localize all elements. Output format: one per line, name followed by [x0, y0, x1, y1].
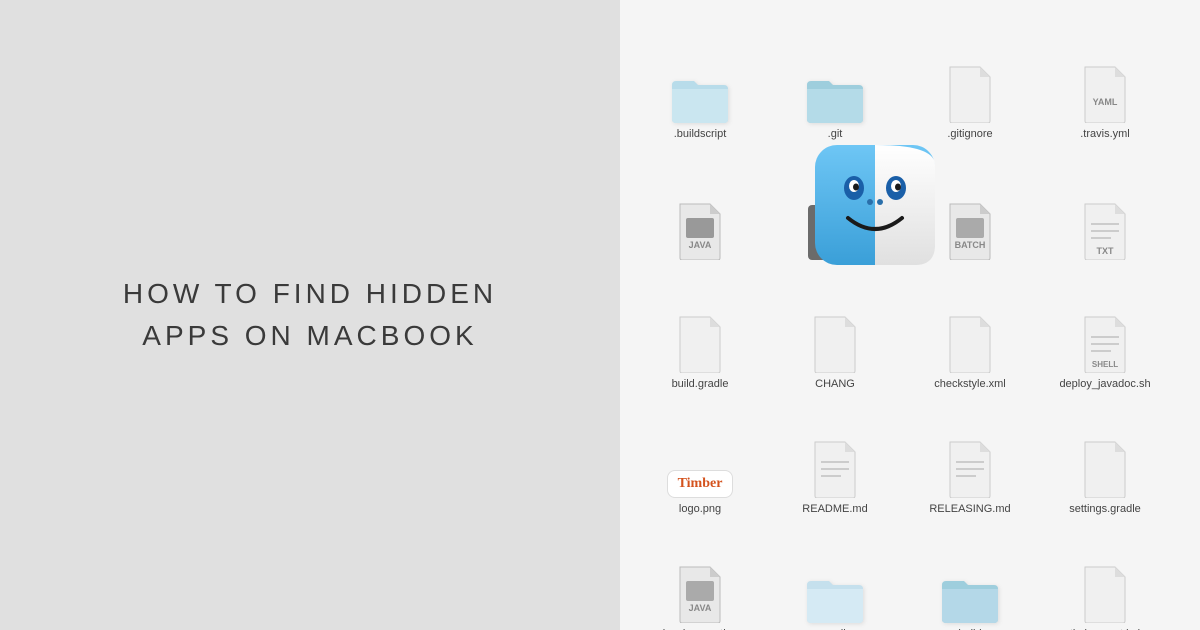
file-label: README.md [802, 503, 867, 515]
list-item[interactable]: TXT [1040, 150, 1170, 270]
timber-logo: Timber [667, 470, 734, 498]
list-item[interactable]: .gradle [770, 525, 900, 630]
list-item[interactable]: CHANG [770, 275, 900, 395]
file-label: deploy_javadoc.sh [1059, 378, 1150, 390]
list-item[interactable]: SHELL deploy_javadoc.sh [1040, 275, 1170, 395]
file-grid: .buildscript .git .gitignore [630, 20, 1190, 630]
svg-text:YAML: YAML [1093, 97, 1118, 107]
file-label: .travis.yml [1080, 128, 1130, 140]
file-label: checkstyle.xml [934, 378, 1006, 390]
list-item[interactable]: timber-root.iml [1040, 525, 1170, 630]
list-item[interactable]: .buildscript [635, 25, 765, 145]
list-item[interactable]: Timber logo.png [635, 400, 765, 520]
right-panel: .buildscript .git .gitignore [620, 0, 1200, 630]
finder-icon [810, 140, 940, 275]
svg-text:JAVA: JAVA [689, 240, 712, 250]
list-item[interactable]: .git [770, 25, 900, 145]
list-item[interactable]: settings.gradle [1040, 400, 1170, 520]
file-label: build.gradle [672, 378, 729, 390]
list-item[interactable]: YAML .travis.yml [1040, 25, 1170, 145]
list-item[interactable]: RELEASING.md [905, 400, 1035, 520]
list-item[interactable]: checkstyle.xml [905, 275, 1035, 395]
list-item[interactable]: .gitignore [905, 25, 1035, 145]
file-label: CHANG [815, 378, 855, 390]
list-item[interactable]: build.gradle [635, 275, 765, 395]
file-label: RELEASING.md [929, 503, 1010, 515]
left-panel: HOW TO FIND HIDDEN APPS ON MACBOOK [0, 0, 620, 630]
list-item[interactable]: build [905, 525, 1035, 630]
svg-text:TXT: TXT [1097, 246, 1115, 256]
file-label: logo.png [679, 503, 721, 515]
list-item[interactable]: JAVA [635, 150, 765, 270]
file-label: .git [828, 128, 843, 140]
svg-text:JAVA: JAVA [689, 603, 712, 613]
file-label: settings.gradle [1069, 503, 1141, 515]
svg-text:BATCH: BATCH [955, 240, 986, 250]
svg-text:SHELL: SHELL [1092, 360, 1118, 369]
list-item[interactable]: README.md [770, 400, 900, 520]
file-label: .buildscript [674, 128, 727, 140]
article-title: HOW TO FIND HIDDEN APPS ON MACBOOK [123, 273, 497, 357]
file-label: .gitignore [947, 128, 992, 140]
list-item[interactable]: JAVA local.properties [635, 525, 765, 630]
